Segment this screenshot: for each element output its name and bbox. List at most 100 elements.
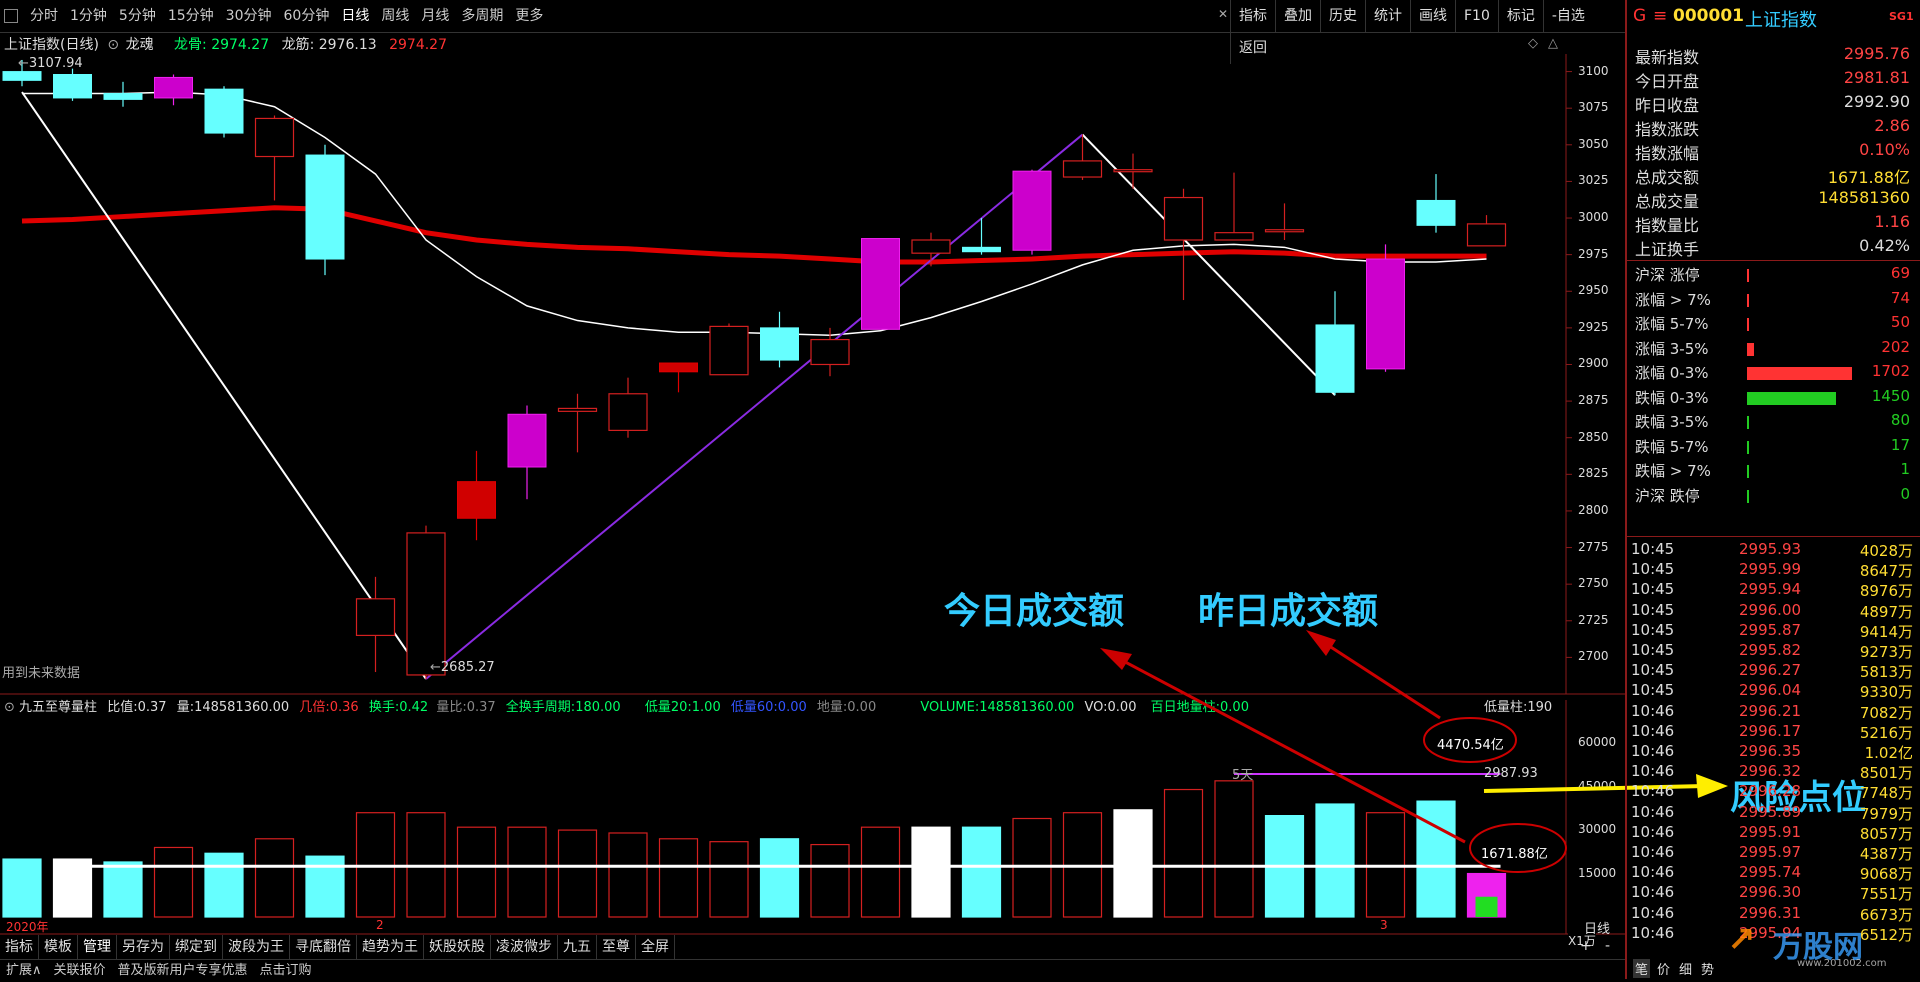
tick-time: 10:46 [1631, 903, 1675, 922]
tick-volume: 9068万 [1859, 865, 1913, 884]
tick-time: 10:46 [1631, 762, 1675, 781]
tick-time: 10:46 [1631, 782, 1675, 801]
breadth-row: 跌幅 3-5% 80 [1631, 411, 1916, 435]
tick-volume: 4387万 [1859, 845, 1913, 863]
tick-time: 10:46 [1631, 802, 1675, 821]
bottom-tab-4[interactable]: 绑定到 [170, 935, 223, 959]
bottom-tab-2[interactable]: 管理 [78, 935, 117, 959]
divider-ticks [1627, 536, 1920, 537]
quote-label: 指数量比 [1635, 216, 1700, 235]
tick-row: 10:46 2996.17 5216万 [1629, 722, 1919, 744]
quote-value: 0.42% [1859, 236, 1910, 255]
tick-price: 2996.04 [1739, 681, 1802, 700]
bottom-tab-5[interactable]: 波段为王 [223, 935, 290, 959]
quote-value: 2995.76 [1843, 44, 1910, 63]
bottom-tab-1[interactable]: 模板 [39, 935, 78, 959]
tick-price: 2995.91 [1739, 822, 1802, 841]
quote-value: 1671.88亿 [1827, 168, 1910, 187]
tick-time: 10:45 [1631, 540, 1675, 558]
tick-price: 2996.28 [1739, 782, 1802, 801]
quote-label: 总成交量 [1635, 192, 1700, 211]
tick-row: 10:46 2996.21 7082万 [1629, 702, 1919, 724]
status-bar: 扩展∧ 关联报价 普及版新用户专享优惠 点击订购 [0, 959, 1625, 980]
detail-tab-1[interactable]: 价 [1655, 959, 1672, 978]
quote-label: 最新指数 [1635, 48, 1700, 67]
breadth-row: 涨幅 3-5% 202 [1631, 338, 1916, 362]
watermark: ↗ 万股网 www.201002.com [1727, 920, 1917, 972]
tick-row: 10:46 2996.32 8501万 [1629, 762, 1919, 784]
breadth-count: 1 [1900, 460, 1910, 478]
quote-value: 0.10% [1859, 140, 1910, 159]
circle-today-amount [1469, 823, 1567, 873]
tick-volume: 7979万 [1859, 804, 1913, 823]
quote-value: 2992.90 [1843, 92, 1910, 111]
quote-row: 总成交量 148581360 [1631, 188, 1916, 212]
breadth-label: 跌幅 5-7% [1635, 437, 1709, 456]
tick-volume: 7551万 [1859, 885, 1913, 904]
bottom-tab-11[interactable]: 至尊 [597, 935, 636, 959]
tick-price: 2995.89 [1739, 802, 1802, 821]
quote-value: 1.16 [1874, 212, 1910, 231]
bottom-tab-8[interactable]: 妖股妖股 [424, 935, 491, 959]
bottom-tab-7[interactable]: 趋势为王 [357, 935, 424, 959]
bottom-tab-0[interactable]: 指标 [0, 935, 39, 959]
tick-price: 2995.99 [1739, 560, 1802, 579]
tick-price: 2995.97 [1739, 843, 1802, 861]
divider-breadth [1627, 260, 1920, 261]
list-icon[interactable]: ≡ [1653, 6, 1667, 26]
breadth-label: 跌幅 3-5% [1635, 413, 1709, 431]
tick-price: 2995.93 [1739, 540, 1802, 558]
tick-time: 10:46 [1631, 721, 1675, 740]
breadth-bar [1747, 318, 1749, 331]
watermark-url: www.201002.com [1797, 958, 1887, 969]
tick-row: 10:45 2995.93 4028万 [1629, 540, 1919, 562]
breadth-count: 69 [1890, 264, 1910, 282]
bottom-tab-3[interactable]: 另存为 [117, 935, 170, 959]
bottom-tab-6[interactable]: 寻底翻倍 [290, 935, 357, 959]
breadth-count: 0 [1900, 484, 1910, 503]
breadth-row: 涨幅 > 7% 74 [1631, 289, 1916, 313]
breadth-count: 80 [1890, 411, 1910, 429]
breadth-row: 跌幅 5-7% 17 [1631, 436, 1916, 460]
breadth-bar [1747, 489, 1749, 503]
breadth-count: 74 [1890, 288, 1910, 307]
tick-price: 2996.32 [1739, 762, 1802, 781]
arrow-today-head [1100, 648, 1132, 670]
detail-tab-3[interactable]: 势 [1699, 959, 1716, 978]
watermark-logo-icon: ↗ [1727, 920, 1756, 960]
tick-row: 10:46 2995.91 8057万 [1629, 823, 1919, 845]
breadth-count: 202 [1881, 337, 1910, 356]
quote-label: 上证换手 [1635, 240, 1700, 259]
breadth-row: 涨幅 5-7% 50 [1631, 313, 1916, 337]
breadth-label: 跌幅 > 7% [1635, 462, 1711, 480]
quote-label: 总成交额 [1635, 168, 1700, 187]
security-title: 上证指数 [1745, 10, 1817, 31]
quote-row: 指数量比 1.16 [1631, 212, 1916, 236]
bottom-tab-12[interactable]: 全屏 [636, 935, 675, 959]
quote-row: 昨日收盘 2992.90 [1631, 92, 1916, 116]
quote-header: G ≡ 000001 上证指数 SG1 [1627, 0, 1920, 32]
breadth-bar [1747, 367, 1852, 380]
breadth-bar [1747, 440, 1749, 454]
breadth-row: 跌幅 0-3% 1450 [1631, 387, 1916, 411]
tick-time: 10:45 [1631, 600, 1675, 619]
tick-time: 10:46 [1631, 883, 1675, 902]
tick-time: 10:45 [1631, 661, 1675, 680]
quote-row: 指数涨幅 0.10% [1631, 140, 1916, 164]
tick-time: 10:45 [1631, 681, 1675, 700]
breadth-bar [1747, 416, 1750, 429]
tick-time: 10:45 [1631, 620, 1675, 639]
bottom-tab-9[interactable]: 凌波微步 [491, 935, 558, 959]
tick-time: 10:46 [1631, 923, 1675, 942]
security-code: 000001 [1673, 6, 1744, 26]
detail-tab-2[interactable]: 细 [1677, 959, 1694, 978]
tick-price: 2995.74 [1739, 863, 1802, 882]
breadth-label: 涨幅 5-7% [1635, 315, 1709, 333]
tick-price: 2996.27 [1739, 661, 1802, 680]
breadth-label: 涨幅 3-5% [1635, 339, 1709, 358]
detail-tab-0[interactable]: 笔 [1633, 959, 1651, 978]
circle-yesterday-amount [1423, 717, 1517, 763]
tick-time: 10:46 [1631, 701, 1675, 720]
tick-volume: 9414万 [1859, 622, 1913, 641]
bottom-tab-10[interactable]: 九五 [558, 935, 597, 959]
